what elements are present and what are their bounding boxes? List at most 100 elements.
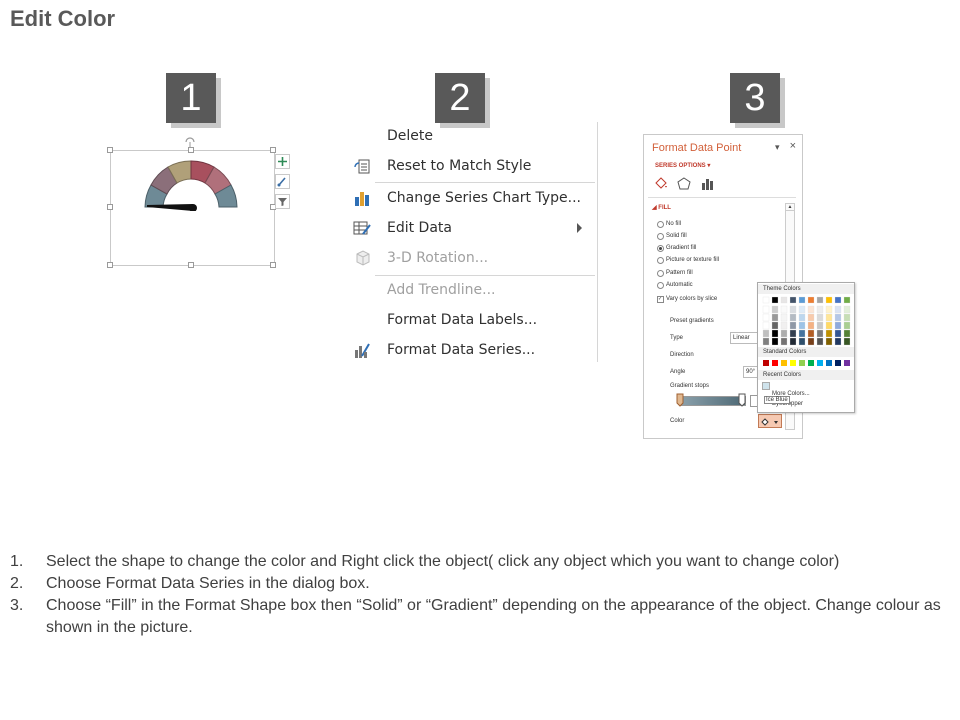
color-swatch[interactable] (789, 337, 797, 346)
color-swatch[interactable] (798, 296, 806, 304)
effects-tab-icon[interactable] (677, 177, 691, 191)
menu-item-change-series-chart-type[interactable]: Change Series Chart Type... (345, 184, 595, 212)
resize-handle[interactable] (188, 147, 194, 153)
color-swatch[interactable] (834, 305, 842, 314)
color-swatch[interactable] (789, 305, 797, 314)
checkbox-checked-icon[interactable]: ✓ (657, 296, 664, 303)
series-options-dropdown[interactable]: SERIES OPTIONS ▾ (655, 162, 710, 169)
fill-line-tab-icon[interactable] (654, 177, 668, 191)
color-swatch[interactable] (825, 313, 833, 322)
color-swatch[interactable] (816, 337, 824, 346)
color-swatch[interactable] (807, 321, 815, 330)
color-swatch[interactable] (762, 337, 770, 346)
color-swatch[interactable] (816, 296, 824, 304)
color-swatch[interactable] (835, 360, 841, 366)
resize-handle[interactable] (188, 262, 194, 268)
scroll-up-icon[interactable]: ▲ (786, 204, 794, 211)
color-swatch[interactable] (844, 360, 850, 366)
fill-section-header[interactable]: ◢ FILL (652, 204, 671, 211)
color-swatch[interactable] (808, 360, 814, 366)
close-icon[interactable]: × (790, 140, 796, 152)
color-swatch[interactable] (798, 313, 806, 322)
color-swatch[interactable] (762, 329, 770, 338)
color-swatch[interactable] (798, 329, 806, 338)
color-swatch[interactable] (843, 296, 851, 304)
color-swatch[interactable] (799, 360, 805, 366)
resize-handle[interactable] (107, 204, 113, 210)
color-swatch[interactable] (816, 329, 824, 338)
color-swatch[interactable] (771, 296, 779, 304)
color-swatch[interactable] (816, 313, 824, 322)
radio-circle-selected[interactable] (657, 245, 664, 252)
color-swatch[interactable] (762, 296, 770, 304)
series-options-tab-icon[interactable] (700, 177, 714, 191)
color-swatch[interactable] (781, 360, 787, 366)
menu-item-delete[interactable]: Delete (345, 122, 595, 150)
color-swatch[interactable] (834, 337, 842, 346)
color-swatch[interactable] (843, 321, 851, 330)
color-swatch[interactable] (771, 337, 779, 346)
chart-elements-button[interactable] (275, 154, 290, 169)
theme-color-grid[interactable] (758, 296, 854, 346)
color-swatch[interactable] (762, 321, 770, 330)
color-swatch[interactable] (798, 321, 806, 330)
resize-handle[interactable] (270, 147, 276, 153)
color-swatch[interactable] (807, 329, 815, 338)
color-swatch[interactable] (771, 321, 779, 330)
color-swatch[interactable] (780, 313, 788, 322)
color-swatch[interactable] (771, 305, 779, 314)
color-swatch[interactable] (834, 321, 842, 330)
radio-circle[interactable] (657, 270, 664, 277)
gradient-stop-handle[interactable] (676, 393, 684, 407)
resize-handle[interactable] (270, 262, 276, 268)
radio-circle[interactable] (657, 257, 664, 264)
color-swatch[interactable] (807, 296, 815, 304)
radio-no-fill[interactable]: No fill (657, 221, 681, 228)
color-swatch[interactable] (762, 313, 770, 322)
radio-solid-fill[interactable]: Solid fill (657, 233, 687, 240)
color-swatch[interactable] (843, 305, 851, 314)
color-swatch[interactable] (780, 321, 788, 330)
color-swatch[interactable] (816, 321, 824, 330)
radio-circle[interactable] (657, 282, 664, 289)
standard-color-row[interactable] (758, 359, 854, 367)
color-swatch[interactable] (807, 313, 815, 322)
color-picker-button[interactable] (758, 414, 782, 428)
rotate-handle-icon[interactable] (183, 133, 197, 147)
color-swatch[interactable] (843, 313, 851, 322)
color-swatch[interactable] (772, 360, 778, 366)
radio-automatic[interactable]: Automatic (657, 282, 693, 289)
color-swatch[interactable] (798, 305, 806, 314)
radio-circle[interactable] (657, 233, 664, 240)
chart-styles-button[interactable] (275, 174, 290, 189)
radio-gradient-fill[interactable]: Gradient fill (657, 245, 696, 252)
color-swatch[interactable] (825, 296, 833, 304)
color-swatch[interactable] (825, 305, 833, 314)
color-swatch[interactable] (789, 313, 797, 322)
checkbox-vary-colors[interactable]: ✓ Vary colors by slice (657, 296, 717, 303)
color-swatch[interactable] (825, 337, 833, 346)
radio-circle[interactable] (657, 221, 664, 228)
color-swatch[interactable] (789, 296, 797, 304)
gauge-dial[interactable] (143, 157, 239, 211)
color-swatch[interactable] (762, 305, 770, 314)
color-swatch[interactable] (826, 360, 832, 366)
gradient-stop-handle[interactable] (738, 393, 746, 407)
color-swatch[interactable] (771, 329, 779, 338)
color-swatch[interactable] (780, 329, 788, 338)
color-swatch[interactable] (843, 329, 851, 338)
resize-handle[interactable] (107, 147, 113, 153)
menu-item-format-data-labels[interactable]: Format Data Labels... (345, 306, 595, 334)
resize-handle[interactable] (107, 262, 113, 268)
color-swatch[interactable] (780, 296, 788, 304)
color-swatch[interactable] (771, 313, 779, 322)
menu-item-edit-data[interactable]: Edit Data (345, 214, 595, 242)
color-swatch[interactable] (790, 360, 796, 366)
color-swatch[interactable] (763, 360, 769, 366)
color-swatch[interactable] (834, 329, 842, 338)
gradient-stops-bar[interactable] (680, 396, 746, 406)
color-swatch[interactable] (807, 305, 815, 314)
color-swatch[interactable] (780, 305, 788, 314)
color-swatch[interactable] (816, 305, 824, 314)
recent-color-swatch[interactable] (762, 382, 770, 390)
